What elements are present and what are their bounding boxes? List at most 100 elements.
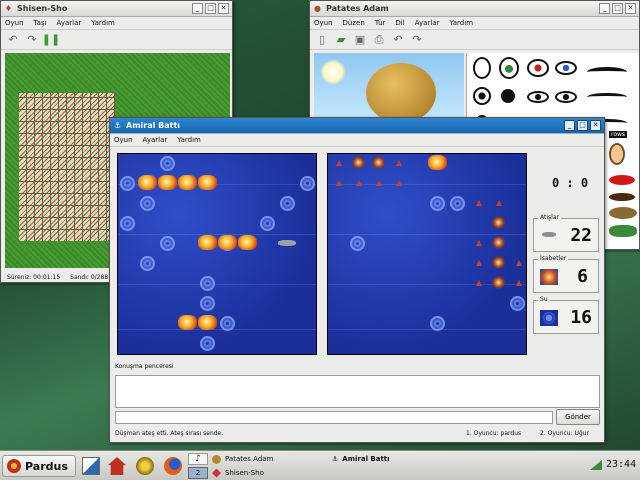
potato-menubar: Oyun Düzen Tür Dil Ayarlar Yardım <box>310 17 639 30</box>
save-icon[interactable]: ▣ <box>352 32 368 48</box>
app-icon: ♦ <box>4 4 13 13</box>
shisen-titlebar[interactable]: ♦ Shisen-Sho _ □ ✕ <box>1 1 232 17</box>
menu-ayarlar[interactable]: Ayarlar <box>143 136 168 144</box>
close-icon[interactable]: ✕ <box>218 3 229 14</box>
miss-marker <box>120 176 135 191</box>
task-button[interactable]: Shisen-Sho <box>212 467 330 479</box>
eye-icon[interactable] <box>527 59 549 77</box>
status-tiles: Sandı: 0/288 <box>70 274 109 281</box>
menu-ayarlar[interactable]: Ayarlar <box>57 19 82 27</box>
music-launcher-icon[interactable]: ♪ <box>188 453 208 465</box>
eye-icon[interactable] <box>473 57 491 79</box>
network-tray-icon[interactable] <box>590 460 602 470</box>
anchor-icon: ⚓ <box>332 455 339 463</box>
eye-icon[interactable] <box>473 87 491 105</box>
chat-log[interactable] <box>115 375 600 408</box>
system-launcher-icon[interactable] <box>136 457 154 475</box>
hit-marker <box>372 156 385 169</box>
redo-icon[interactable]: ↷ <box>409 32 425 48</box>
close-icon[interactable]: ✕ <box>625 3 636 14</box>
menu-dil[interactable]: Dil <box>395 19 404 27</box>
maximize-icon[interactable]: □ <box>612 3 623 14</box>
window-title: Amiral Battı <box>126 121 181 130</box>
minimize-icon[interactable]: _ <box>599 3 610 14</box>
menu-oyun[interactable]: Oyun <box>5 19 24 27</box>
clock[interactable]: 23:44 <box>606 459 636 470</box>
open-icon[interactable]: ▰ <box>333 32 349 48</box>
menu-ayarlar[interactable]: Ayarlar <box>415 19 440 27</box>
menu-oyun[interactable]: Oyun <box>114 136 133 144</box>
print-icon[interactable]: ⎙ <box>371 32 387 48</box>
potato-canvas[interactable] <box>314 53 464 123</box>
eye-icon[interactable] <box>555 61 577 75</box>
ship-hit <box>238 235 257 250</box>
ship-hit <box>218 235 237 250</box>
menu-yardim[interactable]: Yardım <box>177 136 201 144</box>
menu-yardim[interactable]: Yardım <box>91 19 115 27</box>
player2-label: 2. Oyuncu: Uğur <box>540 430 590 437</box>
ship-hit <box>178 175 197 190</box>
miss-marker <box>140 256 155 271</box>
hit-marker <box>492 236 505 249</box>
menu-oyun[interactable]: Oyun <box>314 19 333 27</box>
miss-marker <box>160 156 175 171</box>
redo-icon[interactable]: ↷ <box>24 32 40 48</box>
status-message: Düşman ateş etti. Ateş sırası sende. <box>115 430 224 437</box>
home-launcher-icon[interactable] <box>108 457 126 475</box>
eyebrow-icon[interactable] <box>587 67 627 77</box>
pause-icon[interactable]: ❚❚ <box>42 32 60 48</box>
miss-marker <box>430 316 445 331</box>
menu-yardim[interactable]: Yardım <box>449 19 473 27</box>
shisen-toolbar: ↶ ↷ ❚❚ <box>1 30 232 50</box>
start-button[interactable]: Pardus <box>2 455 76 477</box>
status-time: Süreniz: 00:01:15 <box>7 274 61 281</box>
task-button[interactable]: Patates Adam <box>212 453 330 465</box>
potato-body[interactable] <box>366 63 436 123</box>
ship-hit <box>198 315 217 330</box>
potato-titlebar[interactable]: ● Patates Adam _ □ ✕ <box>310 1 639 17</box>
editor-launcher-icon[interactable] <box>82 457 100 475</box>
maximize-icon[interactable]: □ <box>577 120 588 131</box>
new-icon[interactable]: ▯ <box>314 32 330 48</box>
eye-icon[interactable] <box>555 91 577 103</box>
menu-tur[interactable]: Tür <box>375 19 386 27</box>
eye-icon[interactable] <box>499 57 519 79</box>
miss-marker <box>280 196 295 211</box>
minimize-icon[interactable]: _ <box>192 3 203 14</box>
eyebrow-icon[interactable] <box>587 93 627 101</box>
shot-marker <box>396 160 402 166</box>
send-button[interactable]: Gönder <box>556 409 600 425</box>
minimize-icon[interactable]: _ <box>564 120 575 131</box>
ship-icon <box>278 240 296 246</box>
eye-icon[interactable] <box>501 89 515 103</box>
shot-marker <box>376 180 382 186</box>
undo-icon[interactable]: ↶ <box>390 32 406 48</box>
shots-panel: Atışlar 22 <box>533 214 599 252</box>
shots-label: Atışlar <box>538 214 561 221</box>
potato-task-icon <box>212 454 221 464</box>
shot-marker <box>336 160 342 166</box>
browser-launcher-icon[interactable] <box>164 457 182 475</box>
battleship-titlebar[interactable]: ⚓ Amiral Battı _ □ ✕ <box>110 118 604 134</box>
enemy-sea-grid[interactable] <box>327 153 527 355</box>
close-icon[interactable]: ✕ <box>590 120 601 131</box>
hat-icon[interactable] <box>609 225 637 237</box>
menu-tasi[interactable]: Taşı <box>34 19 47 27</box>
mustache-icon[interactable] <box>609 193 635 201</box>
shot-marker <box>476 260 482 266</box>
tile-grid[interactable] <box>19 93 115 241</box>
undo-icon[interactable]: ↶ <box>5 32 21 48</box>
lips-icon[interactable] <box>609 175 635 185</box>
eye-icon[interactable] <box>527 91 549 103</box>
shots-icon <box>542 232 556 237</box>
water-value: 16 <box>570 307 592 328</box>
menu-duzen[interactable]: Düzen <box>343 19 365 27</box>
hits-label: İsabetler <box>538 255 569 262</box>
ship-hit <box>158 175 177 190</box>
hat-icon[interactable] <box>609 207 637 219</box>
workspace-switcher[interactable]: 2 <box>188 467 208 479</box>
task-button-active[interactable]: ⚓ Amiral Battı <box>332 453 572 465</box>
chat-input[interactable] <box>115 411 553 424</box>
maximize-icon[interactable]: □ <box>205 3 216 14</box>
ear-icon[interactable] <box>609 143 625 165</box>
